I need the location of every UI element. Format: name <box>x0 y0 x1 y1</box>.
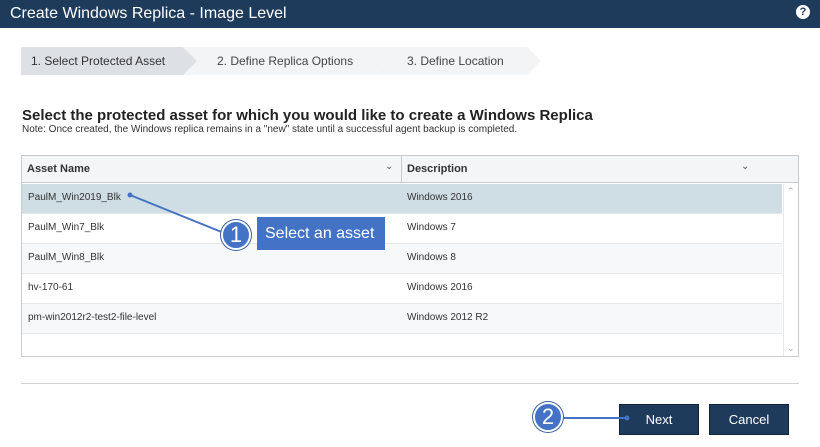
wizard-steps: 1. Select Protected Asset 2. Define Repl… <box>21 47 561 75</box>
chevron-down-icon[interactable]: ⌄ <box>385 161 393 172</box>
description-cell: Windows 2016 <box>407 282 473 293</box>
table-row[interactable]: PaulM_Win7_Blk Windows 7 <box>22 214 782 244</box>
footer-divider <box>21 383 799 384</box>
page-note: Note: Once created, the Windows replica … <box>22 124 518 135</box>
page-heading: Select the protected asset for which you… <box>22 107 593 124</box>
column-header-asset-name[interactable]: Asset Name <box>27 156 90 183</box>
cancel-button[interactable]: Cancel <box>709 404 789 435</box>
callout-1-badge: 1 <box>221 220 251 250</box>
scroll-down-icon[interactable]: ⌄ <box>787 343 795 354</box>
chevron-down-icon[interactable]: ⌄ <box>741 161 749 172</box>
step-select-protected-asset[interactable]: 1. Select Protected Asset <box>21 47 197 75</box>
asset-name-cell: PaulM_Win8_Blk <box>28 252 105 263</box>
description-cell: Windows 7 <box>407 222 456 233</box>
description-cell: Windows 2016 <box>407 192 473 203</box>
asset-name-cell: PaulM_Win2019_Blk <box>28 192 121 203</box>
vertical-scrollbar[interactable]: ⌃ ⌄ <box>783 184 798 356</box>
scroll-up-icon[interactable]: ⌃ <box>787 186 795 197</box>
step-define-location[interactable]: 3. Define Location <box>373 47 541 75</box>
step-label: 3. Define Location <box>407 54 504 68</box>
asset-name-cell: PaulM_Win7_Blk <box>28 222 105 233</box>
table-row[interactable]: hv-170-61 Windows 2016 <box>22 274 782 304</box>
title-bar: Create Windows Replica - Image Level ? <box>0 0 820 28</box>
help-icon[interactable]: ? <box>796 5 810 19</box>
table-row[interactable]: PaulM_Win2019_Blk Windows 2016 <box>22 184 782 214</box>
step-define-replica-options[interactable]: 2. Define Replica Options <box>183 47 387 75</box>
asset-name-cell: pm-win2012r2-test2-file-level <box>28 312 157 323</box>
step-label: 1. Select Protected Asset <box>31 54 166 68</box>
callout-2-badge: 2 <box>533 402 563 432</box>
table-header: Asset Name ⌄ Description ⌄ <box>22 156 798 183</box>
asset-table: Asset Name ⌄ Description ⌄ PaulM_Win2019… <box>21 155 799 357</box>
column-divider[interactable] <box>401 156 402 183</box>
step-label: 2. Define Replica Options <box>217 54 354 68</box>
table-row[interactable]: pm-win2012r2-test2-file-level Windows 20… <box>22 304 782 334</box>
description-cell: Windows 8 <box>407 252 456 263</box>
window-title: Create Windows Replica - Image Level <box>10 5 287 22</box>
next-button[interactable]: Next <box>619 404 699 435</box>
callout-1-label: Select an asset <box>257 217 385 250</box>
description-cell: Windows 2012 R2 <box>407 312 489 323</box>
asset-name-cell: hv-170-61 <box>28 282 74 293</box>
column-header-description[interactable]: Description <box>407 156 468 183</box>
table-row[interactable]: PaulM_Win8_Blk Windows 8 <box>22 244 782 274</box>
